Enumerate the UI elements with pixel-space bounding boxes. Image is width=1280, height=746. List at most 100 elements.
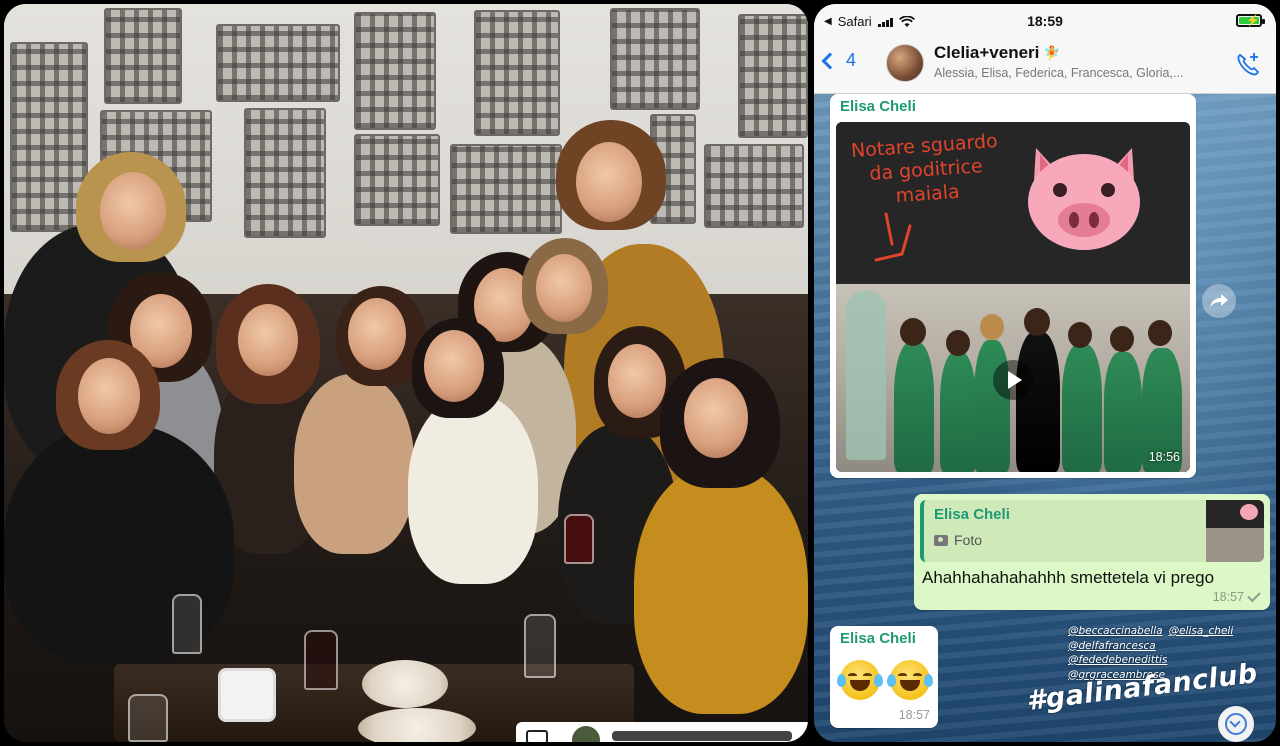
emoji-tear [924, 674, 933, 687]
wall-mold [610, 8, 700, 110]
group-members[interactable]: Alessia, Elisa, Federica, Francesca, Glo… [934, 66, 1224, 80]
message-text: Ahahhahahahahhh smettetela vi prego [922, 568, 1215, 587]
mention-tag[interactable]: @beccaccinabella [1068, 624, 1163, 639]
wine-glass [172, 594, 202, 654]
unread-count: 4 [846, 50, 857, 70]
plate [362, 660, 448, 708]
chevron-left-icon [821, 52, 839, 69]
status-bar: ◀ Safari 18:59 ⚡ [814, 4, 1276, 36]
figure-head [980, 314, 1004, 340]
group-avatar[interactable] [886, 44, 924, 82]
charging-icon: ⚡ [1246, 15, 1260, 27]
emoji-eye [898, 673, 907, 678]
meme-header: Notare sguardo da goditrice maiala [836, 122, 1190, 282]
wall-mold [450, 144, 562, 234]
emoji-eye [863, 673, 872, 678]
figure-head [946, 330, 970, 356]
person [408, 394, 538, 584]
play-icon[interactable] [993, 360, 1033, 400]
sender-name: Elisa Cheli [840, 630, 916, 647]
face [608, 344, 666, 418]
message-time: 18:57 [1212, 590, 1244, 604]
incoming-emoji-message[interactable]: Elisa Cheli 18:57 [830, 626, 938, 728]
quoted-thumbnail [1206, 500, 1264, 562]
wall-mold [104, 8, 182, 104]
emoji-tear [874, 674, 883, 687]
story-footer [516, 722, 808, 742]
wall-mold [738, 14, 808, 138]
avatar [572, 726, 600, 742]
mention-tag[interactable]: @elisa_cheli [1169, 624, 1234, 639]
username-bar [612, 731, 792, 741]
clock: 18:59 [1027, 13, 1063, 29]
group-name: Clelia+veneri [934, 43, 1040, 62]
figure [894, 342, 934, 472]
emoji-tear [887, 674, 896, 687]
mention-tag[interactable]: @delfafrancesca [1068, 639, 1233, 654]
quoted-message[interactable]: Elisa Cheli Foto [920, 500, 1264, 562]
figure [1104, 352, 1142, 472]
emoji-eye [848, 673, 857, 678]
face [100, 172, 166, 250]
figure [1062, 344, 1102, 472]
face [78, 358, 140, 434]
figure [940, 352, 976, 472]
wall-mold [354, 134, 440, 226]
outgoing-reply-message[interactable]: Elisa Cheli Foto Ahahhahahahahhh smettet… [914, 494, 1270, 610]
pig-thumb-icon [1240, 504, 1258, 520]
pig-face-icon [1028, 148, 1140, 250]
wine-glass [304, 630, 338, 690]
wall-mold [244, 108, 326, 238]
figure-head [1110, 326, 1134, 352]
incoming-media-message[interactable]: Elisa Cheli Notare sguardo da goditrice … [830, 94, 1196, 478]
face [424, 330, 484, 402]
face [348, 298, 406, 370]
chat-header: 4 Clelia+veneri 🧚 Alessia, Elisa, Federic… [814, 36, 1276, 94]
tears-of-joy-emoji [887, 660, 933, 700]
quoted-sender: Elisa Cheli [934, 506, 1010, 523]
video-thumbnail[interactable]: Notare sguardo da goditrice maiala 18:56 [836, 122, 1190, 472]
meme-caption: Notare sguardo da goditrice maiala [850, 129, 999, 208]
send-icon [526, 730, 548, 742]
figure-head [1068, 322, 1092, 348]
wall-mold [474, 10, 560, 136]
back-button[interactable]: 4 [821, 50, 857, 71]
emoji-mouth [850, 680, 870, 691]
smartphone-on-table [218, 668, 276, 722]
plate [358, 708, 476, 742]
wall-mold [704, 144, 804, 228]
message-time: 18:57 [898, 708, 930, 722]
figure [1016, 332, 1060, 472]
figure-head [1148, 320, 1172, 346]
camera-icon [934, 534, 948, 546]
wall-mold [216, 24, 340, 102]
forward-button[interactable] [1202, 284, 1236, 318]
wall-mold [354, 12, 436, 130]
group-title[interactable]: Clelia+veneri 🧚 [934, 43, 1061, 63]
tears-of-joy-emoji [837, 660, 883, 700]
quoted-type-label: Foto [954, 532, 983, 548]
figure [974, 340, 1010, 472]
glass [128, 694, 168, 742]
face [536, 254, 592, 322]
wine-glass [524, 614, 556, 678]
person [294, 374, 414, 554]
arrow-icon [874, 212, 912, 262]
mannequin [846, 290, 886, 460]
video-frame: 18:56 [836, 284, 1190, 472]
figure-head [1024, 308, 1050, 336]
battery-icon: ⚡ [1236, 14, 1265, 27]
wine-glass [564, 514, 594, 564]
figure-head [900, 318, 926, 346]
face [576, 142, 642, 222]
add-call-icon[interactable] [1234, 50, 1262, 78]
face [684, 378, 748, 458]
whatsapp-screenshot: ◀ Safari 18:59 ⚡ 4 Clelia+veneri 🧚 Alessi… [814, 4, 1276, 742]
emoji-row [837, 660, 933, 700]
scroll-down-button[interactable] [1218, 706, 1254, 742]
person [634, 464, 808, 714]
emoji-mouth [900, 680, 920, 691]
emoji-eye [913, 673, 922, 678]
sent-check-icon [1247, 588, 1261, 602]
fairy-emoji: 🧚 [1043, 45, 1061, 61]
